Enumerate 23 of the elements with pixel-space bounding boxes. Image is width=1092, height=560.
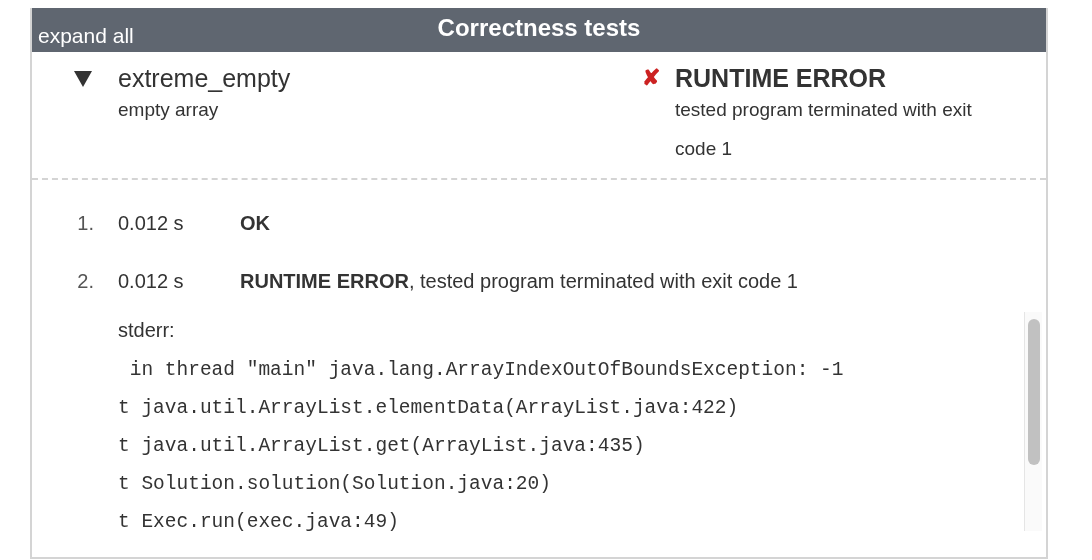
run-number: 1. [76, 211, 95, 236]
panel-title: Correctness tests [437, 16, 641, 43]
run-time: 0.012 s [118, 269, 185, 294]
test-row[interactable]: extreme_empty empty array ✘ RUNTIME ERROR tested program terminated with exit code 1 [32, 52, 1046, 180]
test-description: empty array [118, 98, 220, 122]
scrollbar[interactable] [1024, 312, 1042, 531]
test-status: RUNTIME ERROR [675, 63, 888, 94]
collapse-triangle-icon[interactable] [74, 71, 92, 87]
stderr-line: t java.util.ArrayList.elementData(ArrayList.java:422) [118, 396, 740, 421]
status-detail: tested program terminated with exit code 1 [675, 98, 973, 161]
stderr-line: in thread "main" java.lang.ArrayIndexOutOfBoundsException: -1 [128, 358, 845, 383]
run-result: OK [240, 211, 270, 236]
stderr-line: t Solution.solution(Solution.java:20) [118, 472, 552, 497]
scrollbar-thumb[interactable] [1027, 319, 1040, 465]
stderr-line: t java.util.ArrayList.get(ArrayList.java:435) [118, 434, 646, 459]
run-result: RUNTIME ERROR, tested program terminated with exit code 1 [240, 269, 798, 294]
run-time: 0.012 s [118, 211, 185, 236]
status-cross-icon: ✘ [642, 62, 675, 178]
stderr-line: t Exec.run(exec.java:49) [118, 510, 400, 531]
expand-all-link[interactable]: expand all [38, 25, 134, 46]
test-name: extreme_empty [118, 63, 291, 94]
stderr-label: stderr: [118, 318, 176, 343]
run-number: 2. [76, 269, 95, 294]
